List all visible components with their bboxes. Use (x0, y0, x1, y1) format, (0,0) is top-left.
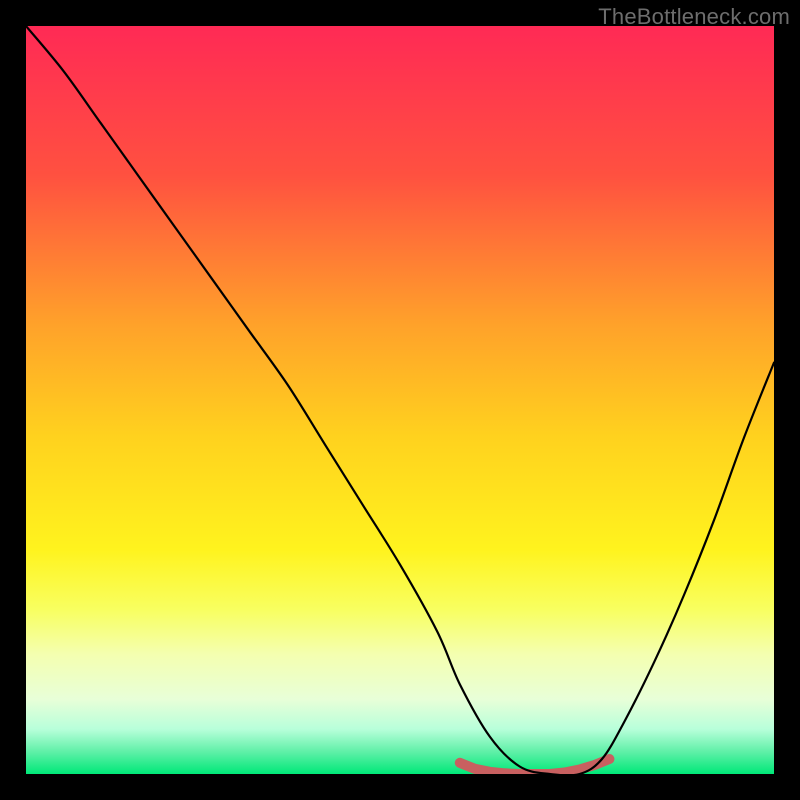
plot-area (26, 26, 774, 774)
chart-frame: TheBottleneck.com (0, 0, 800, 800)
gradient-background (26, 26, 774, 774)
plot-svg (26, 26, 774, 774)
watermark-text: TheBottleneck.com (598, 4, 790, 30)
